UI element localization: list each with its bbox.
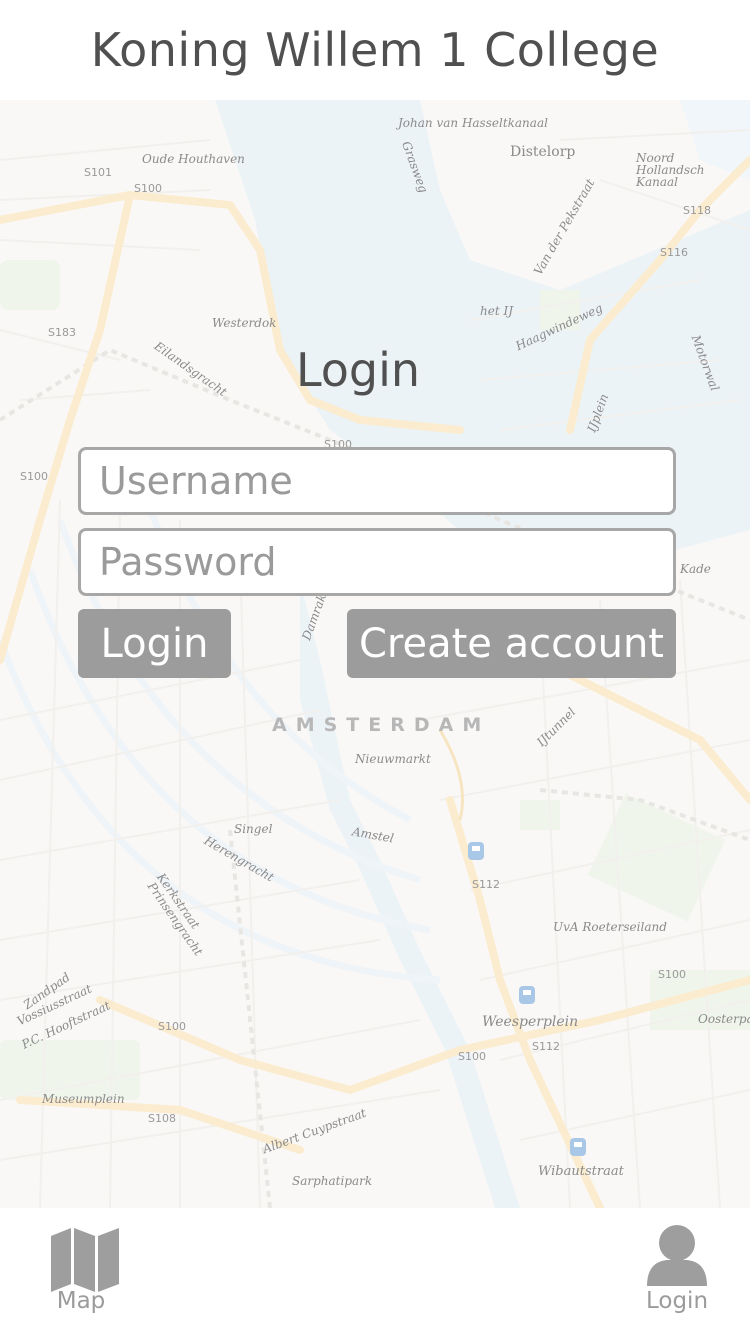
map-label: S100 [134, 182, 162, 195]
create-account-button[interactable]: Create account [347, 609, 676, 678]
map-label: S118 [683, 204, 711, 217]
map-label: UvA Roeterseiland [553, 920, 667, 934]
tab-map-label: Map [56, 1288, 106, 1314]
tram-stop-icon[interactable] [466, 840, 486, 862]
map-label: S108 [148, 1112, 176, 1125]
tab-login-label: Login [645, 1288, 709, 1314]
user-icon [647, 1225, 707, 1286]
tab-bar: Map Login [0, 1208, 750, 1334]
map-label: S100 [458, 1050, 486, 1063]
app-header: Koning Willem 1 College [0, 0, 750, 100]
map-label: Weesperplein [482, 1014, 579, 1030]
map-label: S100 [658, 968, 686, 981]
map-label: Noord Hollandsch Kanaal [636, 151, 705, 189]
login-heading: Login [295, 343, 421, 397]
map-label: S101 [84, 166, 112, 179]
map-label: Kade [680, 562, 711, 576]
map-label: S100 [20, 470, 48, 483]
map-label: S112 [472, 878, 500, 891]
tram-stop-icon[interactable] [568, 1136, 588, 1158]
map-label: het IJ [480, 304, 514, 318]
map-label: S183 [48, 326, 76, 339]
map-label: Westerdok [212, 316, 277, 330]
map-icon [51, 1228, 119, 1292]
map-label: Wibautstraat [538, 1164, 624, 1179]
map-label: Johan van Hasseltkanaal [398, 116, 548, 130]
map-label: Singel [234, 822, 273, 836]
map-label: Museumplein [42, 1092, 125, 1106]
map-label: S100 [158, 1020, 186, 1033]
password-input[interactable] [78, 528, 676, 596]
tab-login[interactable]: Login [617, 1208, 737, 1334]
map-label: Sarphatipark [292, 1174, 373, 1188]
map-label: Nieuwmarkt [355, 752, 431, 766]
app-title: Koning Willem 1 College [90, 23, 660, 77]
map-label: S112 [532, 1040, 560, 1053]
map-label: Oosterpark [698, 1012, 750, 1026]
tram-stop-icon[interactable] [517, 984, 537, 1006]
map-label: Oude Houthaven [142, 152, 245, 166]
map-city-label: AMSTERDAM [272, 714, 491, 736]
tab-map[interactable]: Map [21, 1208, 141, 1334]
map-label: S116 [660, 246, 688, 259]
map-label: Distelorp [510, 144, 576, 160]
username-input[interactable] [78, 447, 676, 515]
login-button[interactable]: Login [78, 609, 231, 678]
